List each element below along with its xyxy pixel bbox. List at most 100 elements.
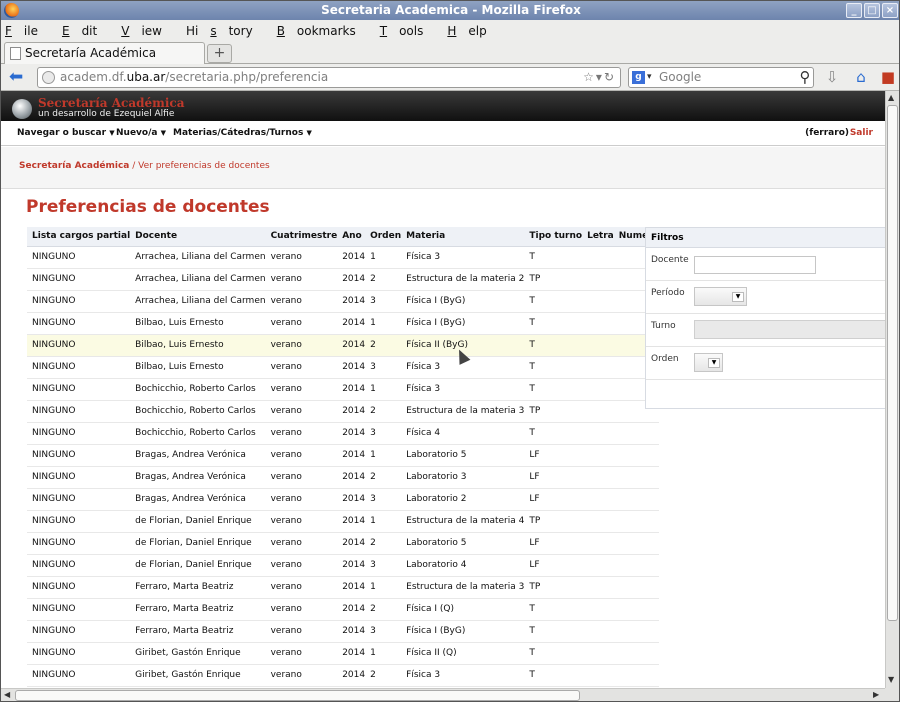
table-row[interactable]: NINGUNO Ferraro, Marta Beatriz verano 2014 3… [27,620,659,643]
table-row[interactable]: NINGUNO Arrachea, Liliana del Carmen veran… [27,290,659,313]
table-row[interactable]: NINGUNO Giribet, Gastón Enrique verano 2014… [27,664,659,687]
logout-link[interactable]: Salir [850,128,873,138]
menu-materias[interactable]: Materias/Cátedras/Turnos ▼ [173,128,312,138]
table-cell: Física 3 [401,246,525,269]
table-cell: 3 [365,488,402,511]
chevron-down-icon: ▼ [160,129,166,137]
table-cell: Laboratorio 2 [401,488,525,511]
table-cell: NINGUNO [27,664,131,687]
table-row[interactable]: NINGUNO Ferraro, Marta Beatriz verano 2014 1… [27,576,659,599]
history-dropdown-icon[interactable]: ▾ [596,70,604,84]
table-cell: NINGUNO [27,642,131,665]
url-bar[interactable]: academ.df.uba.ar/secretaria.php/preferen… [37,67,621,88]
tab-secretaria[interactable]: Secretaría Académica [4,42,205,64]
table-cell: Física I (ByG) [401,620,525,643]
app-logo-icon [12,99,32,119]
navigation-bar: ⬅ academ.df.uba.ar/secretaria.php/prefer… [1,64,899,91]
table-row[interactable]: NINGUNO de Florian, Daniel Enrique verano 2… [27,554,659,577]
table-row[interactable]: NINGUNO Bragas, Andrea Verónica verano 2014… [27,488,659,511]
column-header[interactable]: Lista cargos partial [27,227,131,247]
table-row[interactable]: NINGUNO Ferraro, Marta Beatriz verano 2014 2… [27,598,659,621]
table-row[interactable]: NINGUNO Bilbao, Luis Ernesto verano 2014 3 Fí… [27,356,659,379]
menu-item[interactable]: Tools [380,24,436,38]
window-title: Secretaria Academica - Mozilla Firefox [321,3,581,17]
table-cell [582,510,614,533]
table-cell: 2014 [337,466,366,489]
horizontal-scrollbar[interactable]: ◀ ▶ [1,688,885,701]
column-header[interactable]: Cuatrimestre [265,227,338,247]
table-cell: verano [265,642,338,665]
table-cell [582,598,614,621]
table-cell: Arrachea, Liliana del Carmen [130,246,266,269]
table-row[interactable]: NINGUNO de Florian, Daniel Enrique verano 2… [27,510,659,533]
table-cell [582,246,614,269]
table-row[interactable]: NINGUNO Arrachea, Liliana del Carmen veran… [27,268,659,291]
search-bar[interactable]: g ▾ Google [628,67,814,88]
home-icon[interactable]: ⌂ [852,68,870,86]
table-row[interactable]: NINGUNO Bragas, Andrea Verónica verano 2014… [27,444,659,467]
horizontal-scroll-thumb[interactable] [15,690,580,701]
binoculars-icon[interactable]: ⚲ [796,68,814,86]
vertical-scroll-thumb[interactable] [887,105,898,621]
scroll-up-arrow-icon[interactable]: ▲ [888,93,894,102]
table-cell: 1 [365,444,402,467]
reload-icon[interactable]: ↻ [604,70,616,84]
table-cell: T [524,598,583,621]
table-cell: verano [265,422,338,445]
table-cell: 2014 [337,488,366,511]
table-row[interactable]: NINGUNO Bilbao, Luis Ernesto verano 2014 1 Fí… [27,312,659,335]
column-header[interactable]: Materia [401,227,525,247]
table-row[interactable]: NINGUNO Bochicchio, Roberto Carlos verano 2… [27,400,659,423]
vertical-scrollbar[interactable]: ▲ ▼ [885,91,899,688]
scroll-left-arrow-icon[interactable]: ◀ [4,690,10,699]
close-button[interactable]: × [882,3,898,18]
addon-icon[interactable]: ■ [879,68,897,86]
table-cell: LF [524,554,583,577]
search-engine-dropdown-icon[interactable]: ▾ [647,68,652,87]
table-cell: T [524,312,583,335]
table-row[interactable]: NINGUNO Bilbao, Luis Ernesto verano 2014 2 Fí… [27,334,659,357]
menu-item[interactable]: File [5,24,50,38]
table-row[interactable]: NINGUNO Bochicchio, Roberto Carlos verano 2… [27,422,659,445]
column-header[interactable]: Ano [337,227,366,247]
table-cell: TP [524,510,583,533]
menu-item[interactable]: Bookmarks [277,24,368,38]
table-cell: verano [265,620,338,643]
menu-item[interactable]: Help [447,24,498,38]
menu-item[interactable]: View [121,24,174,38]
table-row[interactable]: NINGUNO Bragas, Andrea Verónica verano 2014… [27,466,659,489]
menu-nuevo[interactable]: Nuevo/a ▼ [116,128,166,138]
table-cell: Ferraro, Marta Beatriz [130,620,266,643]
scroll-right-arrow-icon[interactable]: ▶ [873,690,879,699]
table-cell: Giribet, Gastón Enrique [130,642,266,665]
filter-orden-label: Orden [651,354,679,364]
scroll-down-arrow-icon[interactable]: ▼ [888,675,894,684]
back-arrow-icon[interactable]: ⬅ [9,68,29,86]
dropdown-arrow-icon: ▼ [708,358,720,368]
filter-orden-select[interactable]: ▼ [694,353,723,372]
new-tab-button[interactable]: + [207,44,232,63]
google-icon[interactable]: g [632,71,645,84]
column-header[interactable]: Docente [130,227,266,247]
maximize-button[interactable]: □ [864,3,880,18]
table-cell: Estructura de la materia 2 [401,268,525,291]
column-header[interactable]: Tipo turno [524,227,583,247]
breadcrumb-root[interactable]: Secretaría Académica [19,161,129,171]
column-header[interactable]: Orden [365,227,402,247]
menu-navegar[interactable]: Navegar o buscar ▼ [17,128,115,138]
table-row[interactable]: NINGUNO Giribet, Gastón Enrique verano 2014… [27,642,659,665]
download-arrow-icon[interactable]: ⇩ [823,68,841,86]
column-header[interactable]: Letra [582,227,614,247]
minimize-button[interactable]: _ [846,3,862,18]
table-row[interactable]: NINGUNO Arrachea, Liliana del Carmen veran… [27,246,659,269]
table-cell: 2 [365,400,402,423]
filter-periodo-select[interactable]: ▼ [694,287,747,306]
table-row[interactable]: NINGUNO Bochicchio, Roberto Carlos verano 2… [27,378,659,401]
bookmark-star-icon[interactable]: ☆ [583,70,596,84]
breadcrumb: Secretaría Académica / Ver preferencias … [1,147,885,189]
filter-docente-input[interactable] [694,256,816,274]
table-row[interactable]: NINGUNO de Florian, Daniel Enrique verano 2… [27,532,659,555]
app-subtitle: un desarrollo de Ezequiel Alfie [38,109,175,119]
menu-item[interactable]: Hi s tory [186,24,265,38]
menu-item[interactable]: Edit [62,24,109,38]
